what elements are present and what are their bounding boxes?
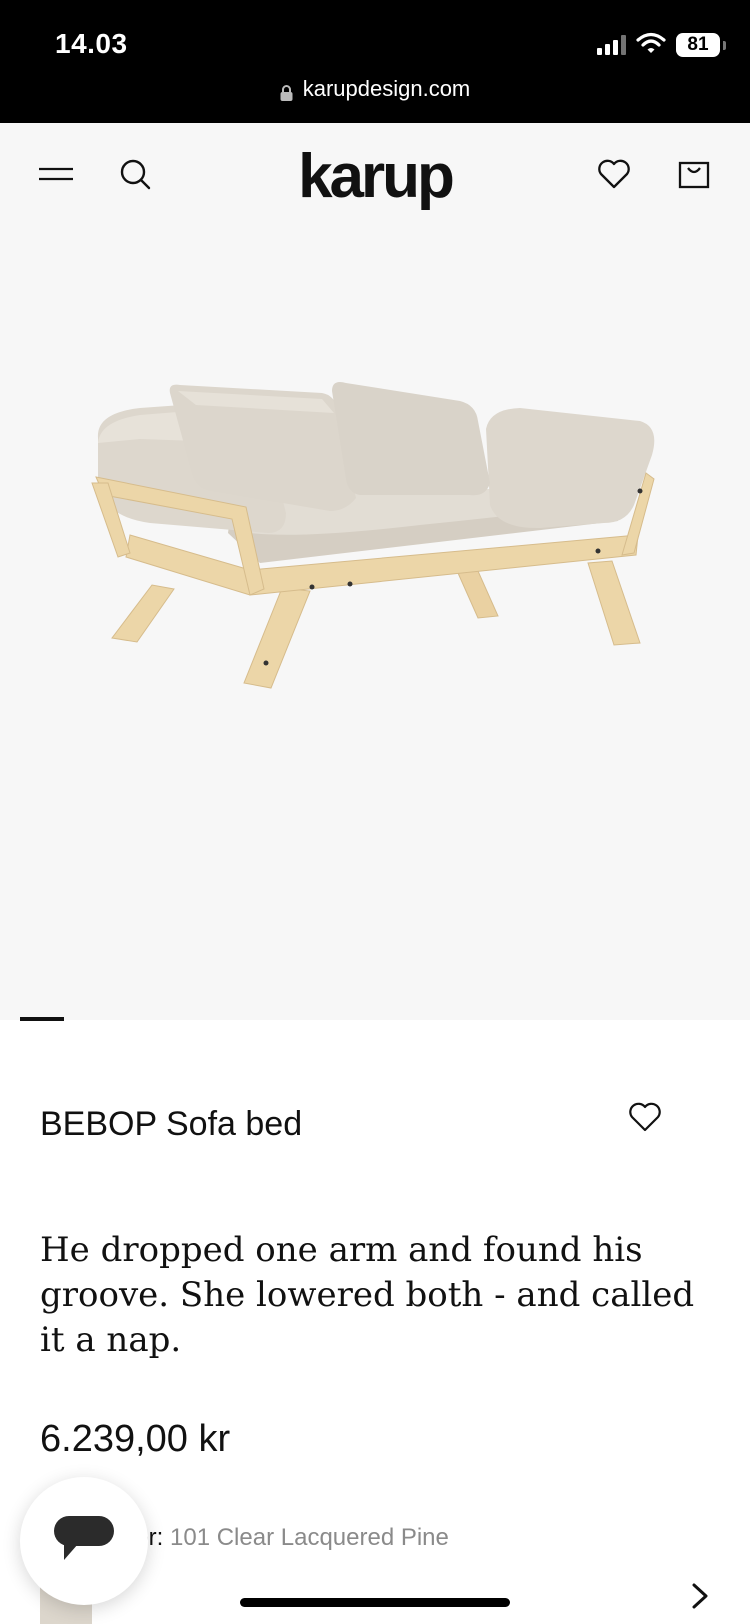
cart-button[interactable] [669,151,719,201]
heart-icon [628,1102,662,1137]
chat-bubble-icon [52,1514,116,1569]
add-to-wishlist-button[interactable] [624,1098,666,1140]
sofa-bed-illustration [91,382,655,689]
product-title: BEBOP Sofa bed [40,1105,303,1143]
wifi-icon [636,32,666,59]
lock-icon [280,81,293,101]
color-value: 101 Clear Lacquered Pine [170,1524,449,1551]
site-header: karup [0,123,750,233]
wishlist-button[interactable] [589,151,639,201]
chevron-right-icon [691,1582,709,1615]
signal-icon [597,35,626,55]
product-price: 6.239,00 kr [40,1418,231,1460]
next-color-button[interactable] [682,1580,718,1616]
gallery-indicator[interactable] [20,1017,64,1021]
status-icons: 81 [597,30,726,60]
color-selector-label: lor: 101 Clear Lacquered Pine [130,1524,449,1552]
product-image[interactable] [0,233,750,1020]
bag-icon [678,159,710,194]
status-bar: 14.03 81 karupdesign.com [0,0,750,123]
home-indicator [240,1598,510,1607]
address-bar[interactable]: karupdesign.com [0,76,750,102]
status-time: 14.03 [55,28,128,59]
product-tagline: He dropped one arm and found his groove.… [40,1230,695,1360]
battery-icon: 81 [676,33,726,57]
heart-icon [597,159,631,194]
chat-button[interactable] [20,1477,148,1605]
url-text: karupdesign.com [302,76,471,101]
